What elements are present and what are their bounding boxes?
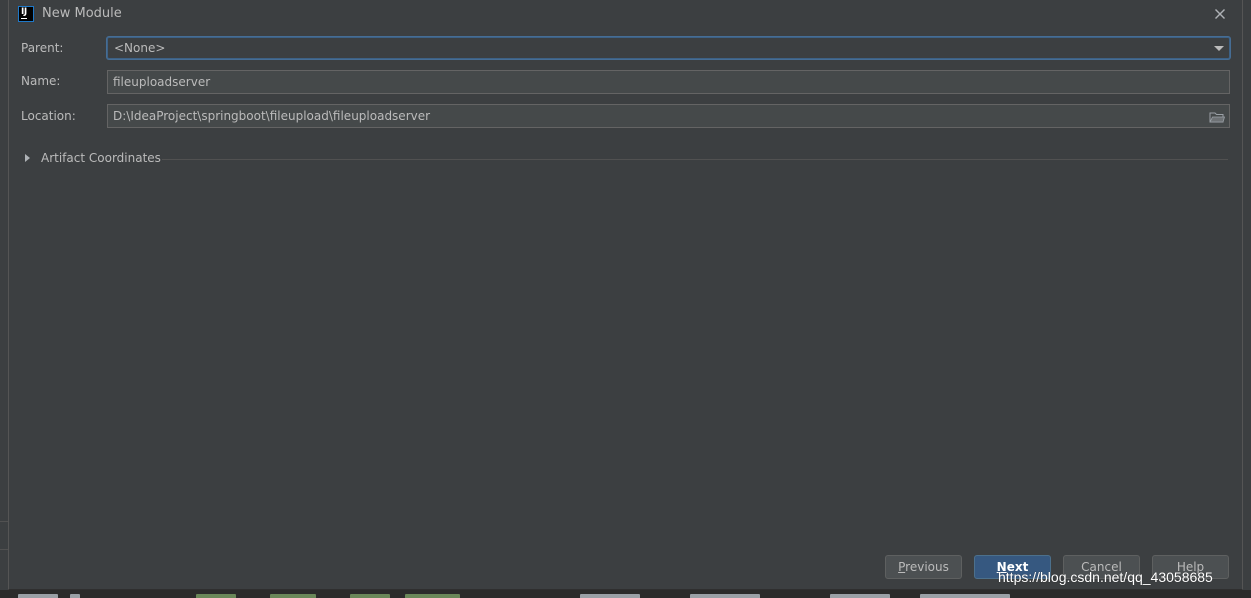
folder-icon[interactable] (1209, 109, 1226, 123)
name-field-box (107, 70, 1230, 94)
section-divider (162, 159, 1228, 160)
name-input[interactable] (108, 71, 1229, 93)
parent-label: Parent: (21, 41, 64, 55)
previous-button[interactable]: Previous (885, 555, 962, 579)
code-fragment (830, 594, 890, 598)
code-fragment (270, 594, 316, 598)
code-fragment (70, 594, 80, 598)
watermark-url: https://blog.csdn.net/qq_43058685 (998, 569, 1213, 585)
screen: IJ New Module Parent: <None> Name: Locat… (0, 0, 1251, 598)
code-fragment (18, 594, 58, 598)
code-fragment (920, 594, 1010, 598)
code-fragment (580, 594, 640, 598)
location-field-box (107, 104, 1230, 128)
ide-right-gutter (1243, 0, 1251, 598)
gutter-separator (0, 549, 8, 550)
dialog-title: New Module (42, 6, 122, 21)
parent-dropdown[interactable]: <None> (107, 37, 1230, 59)
chevron-down-icon (1214, 46, 1224, 51)
location-label: Location: (21, 109, 76, 123)
gutter-separator (0, 521, 8, 522)
location-input[interactable] (108, 105, 1229, 127)
name-label: Name: (21, 74, 61, 88)
ide-left-gutter (0, 0, 8, 598)
chevron-right-icon (25, 154, 30, 162)
code-fragment (350, 594, 390, 598)
code-fragment (405, 594, 460, 598)
code-fragment (196, 594, 236, 598)
parent-selected-value: <None> (114, 41, 166, 55)
dialog-titlebar: IJ New Module (9, 0, 1242, 28)
intellij-idea-icon: IJ (18, 6, 34, 22)
background-editor-code (0, 590, 1251, 598)
new-module-dialog: IJ New Module Parent: <None> Name: Locat… (8, 0, 1243, 590)
code-fragment (690, 594, 760, 598)
artifact-coordinates-label: Artifact Coordinates (41, 151, 161, 165)
previous-label-rest: revious (905, 560, 949, 574)
close-icon[interactable] (1212, 6, 1228, 22)
